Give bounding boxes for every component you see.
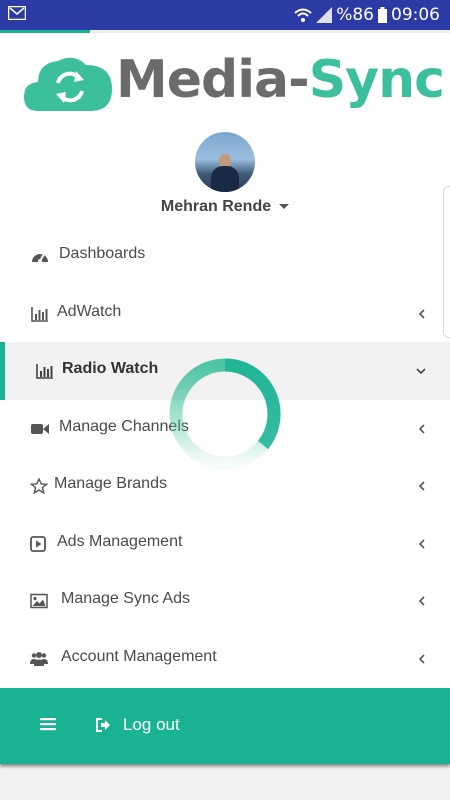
menu-label: Manage Brands xyxy=(54,475,167,492)
chevron-left-icon xyxy=(418,481,425,491)
chevron-left-icon xyxy=(418,423,425,434)
chevron-left-icon xyxy=(418,538,425,549)
signal-icon xyxy=(316,7,333,23)
battery-icon xyxy=(378,7,387,23)
play-square-icon xyxy=(30,535,46,552)
chevron-left-icon xyxy=(418,308,425,319)
menu-label: Account Management xyxy=(61,647,217,665)
navigation-drawer: Media-Sync Mehran Rende Dashboards AdWat… xyxy=(0,33,450,764)
user-menu-toggle[interactable]: Mehran Rende xyxy=(0,198,450,216)
star-icon xyxy=(30,478,48,494)
logout-button[interactable]: Log out xyxy=(123,715,180,735)
menu-item-account-management[interactable]: Account Management xyxy=(0,630,450,688)
mail-icon xyxy=(8,6,26,20)
chevron-down-icon xyxy=(416,368,426,375)
bar-chart-icon xyxy=(36,364,53,379)
image-icon xyxy=(30,593,48,609)
clock: 09:06 xyxy=(391,5,440,25)
avatar[interactable] xyxy=(195,132,255,192)
menu-label: Dashboards xyxy=(59,245,146,262)
caret-down-icon xyxy=(279,204,290,210)
logo-text: Media-Sync xyxy=(116,50,445,110)
video-camera-icon xyxy=(31,423,49,434)
menu-item-ads-management[interactable]: Ads Management xyxy=(0,515,450,573)
battery-percent: %86 xyxy=(336,5,374,25)
chevron-left-icon xyxy=(418,596,425,606)
bar-chart-icon xyxy=(31,306,48,322)
dashboard-icon xyxy=(32,253,48,263)
status-icons: %86 09:06 xyxy=(294,0,440,30)
app-logo: Media-Sync xyxy=(24,50,445,119)
menu-label: Ads Management xyxy=(57,532,183,550)
menu-label: Radio Watch xyxy=(62,360,159,377)
sync-cloud-icon xyxy=(24,57,112,111)
menu-label: Manage Sync Ads xyxy=(61,590,190,607)
chevron-left-icon xyxy=(418,653,425,664)
user-name: Mehran Rende xyxy=(160,198,272,215)
menu-item-adwatch[interactable]: AdWatch xyxy=(0,285,450,343)
wifi-icon xyxy=(294,8,312,22)
drawer-footer: Log out xyxy=(0,688,450,764)
menu-item-dashboards[interactable]: Dashboards xyxy=(0,227,450,285)
users-icon xyxy=(30,651,48,666)
hamburger-menu-icon[interactable] xyxy=(40,717,56,731)
loading-spinner xyxy=(169,358,281,470)
menu-label: AdWatch xyxy=(57,302,122,320)
status-bar: %86 09:06 xyxy=(0,0,450,30)
menu-item-manage-sync-ads[interactable]: Manage Sync Ads xyxy=(0,572,450,630)
sign-out-icon xyxy=(96,718,110,732)
